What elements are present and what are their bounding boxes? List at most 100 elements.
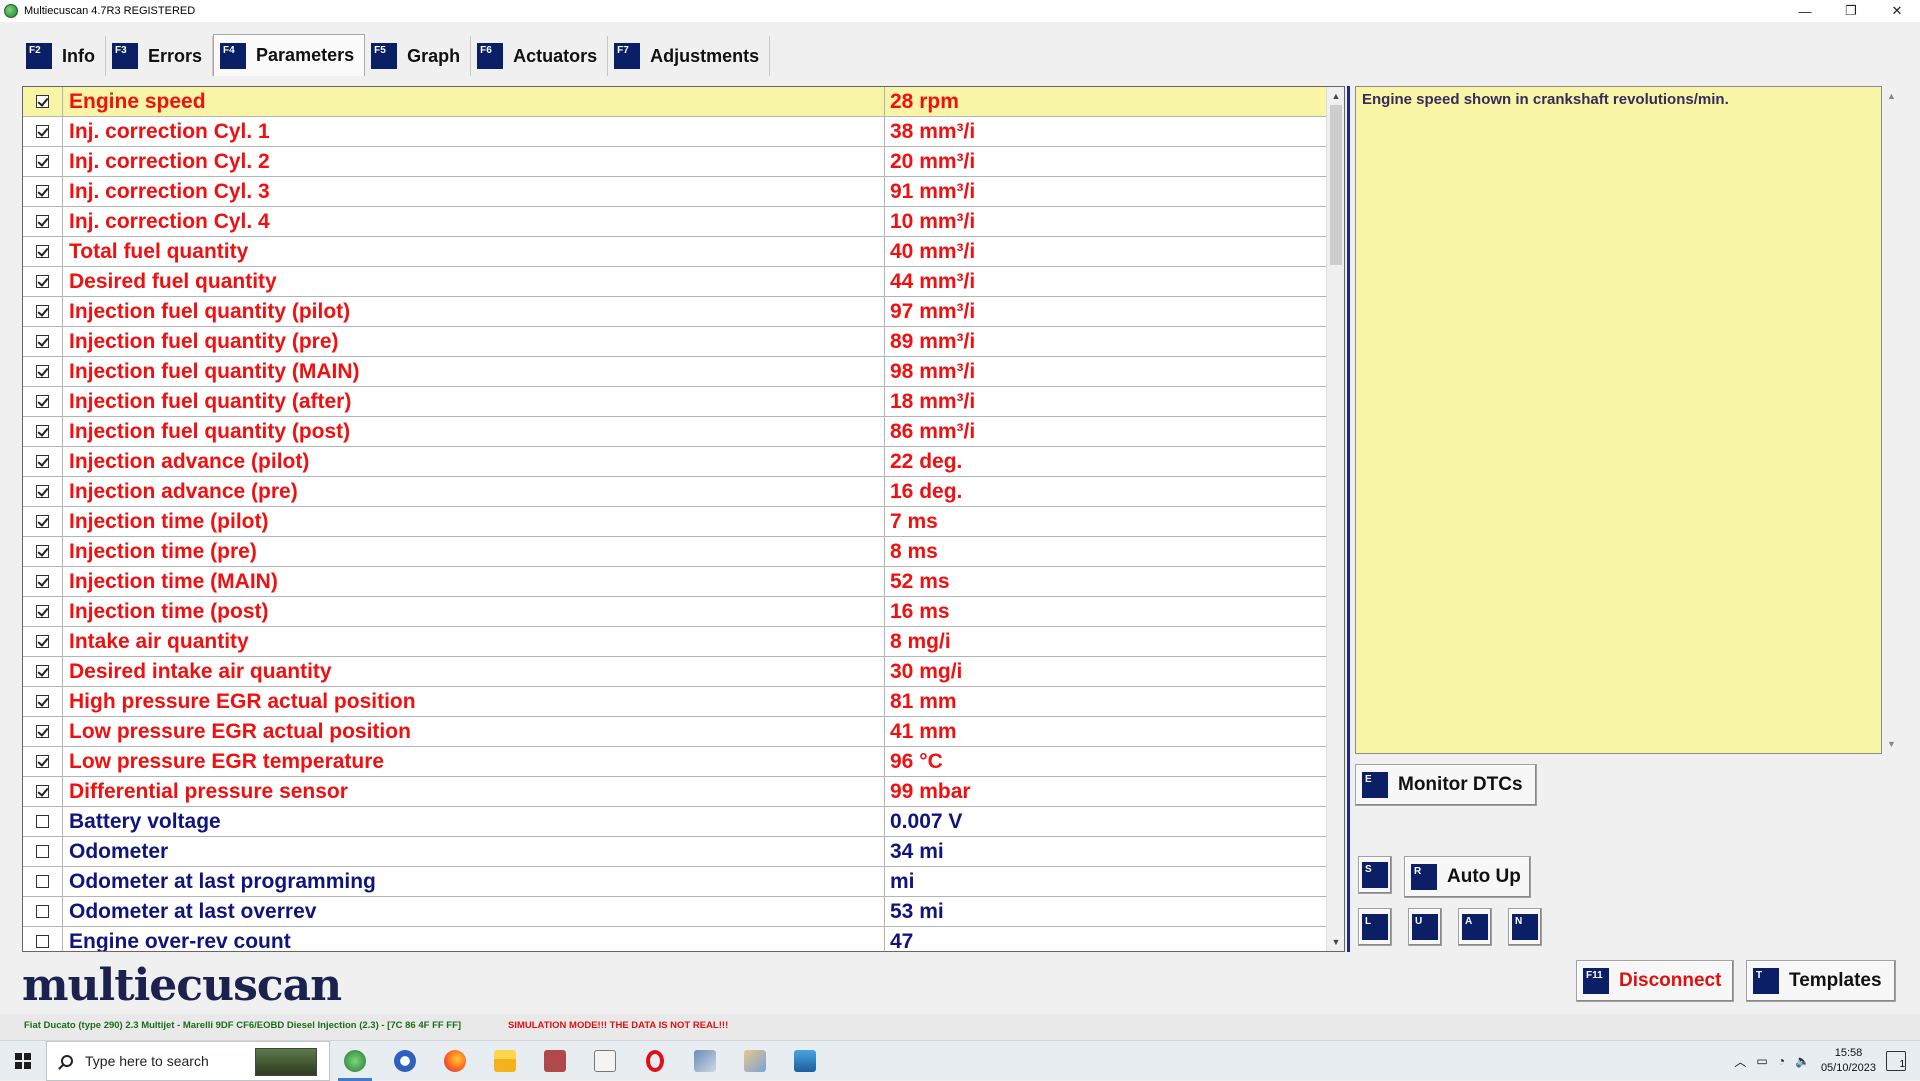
notification-icon[interactable]: 1 [1886, 1051, 1906, 1071]
table-row[interactable]: High pressure EGR actual position 81 mm [23, 687, 1326, 717]
parameter-checkbox[interactable] [36, 125, 49, 138]
parameter-checkbox[interactable] [36, 545, 49, 558]
table-row[interactable]: Battery voltage 0.007 V [23, 807, 1326, 837]
app-taskbar-icon[interactable] [530, 1041, 580, 1081]
a-button[interactable]: A [1458, 908, 1492, 946]
scroll-down-arrow-icon[interactable]: ▼ [1883, 736, 1900, 752]
parameter-checkbox[interactable] [36, 395, 49, 408]
parameter-checkbox[interactable] [36, 215, 49, 228]
file-explorer-icon[interactable] [480, 1041, 530, 1081]
parameter-checkbox[interactable] [36, 455, 49, 468]
parameter-checkbox[interactable] [36, 275, 49, 288]
scroll-thumb[interactable] [1330, 105, 1342, 265]
parameter-checkbox[interactable] [36, 425, 49, 438]
table-row[interactable]: Injection fuel quantity (after) 18 mm³/i [23, 387, 1326, 417]
table-scrollbar[interactable]: ▲ ▼ [1326, 87, 1344, 951]
opera-taskbar-icon[interactable] [630, 1041, 680, 1081]
table-row[interactable]: Odometer at last programming mi [23, 867, 1326, 897]
table-row[interactable]: Injection fuel quantity (post) 86 mm³/i [23, 417, 1326, 447]
l-button[interactable]: L [1358, 908, 1392, 946]
parameter-checkbox[interactable] [36, 935, 49, 948]
restore-button[interactable]: ❐ [1828, 0, 1874, 22]
n-button[interactable]: N [1508, 908, 1542, 946]
tab-errors[interactable]: F3 Errors [106, 36, 214, 76]
clock[interactable]: 15:58 05/10/2023 [1821, 1046, 1876, 1076]
table-row[interactable]: Injection fuel quantity (pre) 89 mm³/i [23, 327, 1326, 357]
tab-graph[interactable]: F5 Graph [365, 36, 472, 76]
parameter-checkbox[interactable] [36, 155, 49, 168]
battery-icon[interactable]: ▭ [1756, 1054, 1767, 1068]
table-row[interactable]: Engine over-rev count 47 [23, 927, 1326, 951]
volume-icon[interactable]: 🔈 [1795, 1054, 1810, 1068]
scroll-down-arrow-icon[interactable]: ▼ [1327, 933, 1344, 951]
parameter-checkbox[interactable] [36, 305, 49, 318]
table-row[interactable]: Desired fuel quantity 44 mm³/i [23, 267, 1326, 297]
parameter-checkbox[interactable] [36, 335, 49, 348]
table-row[interactable]: Injection fuel quantity (pilot) 97 mm³/i [23, 297, 1326, 327]
parameter-checkbox[interactable] [36, 785, 49, 798]
table-row[interactable]: Odometer at last overrev 53 mi [23, 897, 1326, 927]
table-row[interactable]: Injection advance (pre) 16 deg. [23, 477, 1326, 507]
document-taskbar-icon[interactable] [580, 1041, 630, 1081]
screen-app-taskbar-icon[interactable] [780, 1041, 830, 1081]
tab-parameters[interactable]: F4 Parameters [213, 34, 366, 76]
tab-info[interactable]: F2 Info [20, 36, 106, 76]
table-row[interactable]: Injection time (post) 16 ms [23, 597, 1326, 627]
parameter-checkbox[interactable] [36, 605, 49, 618]
parameter-checkbox[interactable] [36, 365, 49, 378]
close-button[interactable]: ✕ [1874, 0, 1920, 22]
table-row[interactable]: Inj. correction Cyl. 3 91 mm³/i [23, 177, 1326, 207]
table-row[interactable]: Inj. correction Cyl. 4 10 mm³/i [23, 207, 1326, 237]
u-button[interactable]: U [1408, 908, 1442, 946]
parameter-checkbox[interactable] [36, 245, 49, 258]
parameter-checkbox[interactable] [36, 635, 49, 648]
tab-actuators[interactable]: F6 Actuators [471, 36, 609, 76]
parameter-checkbox[interactable] [36, 755, 49, 768]
multiecuscan-taskbar-icon[interactable] [330, 1041, 380, 1081]
parameter-checkbox[interactable] [36, 905, 49, 918]
chrome-like-taskbar-icon[interactable] [380, 1041, 430, 1081]
table-row[interactable]: Injection advance (pilot) 22 deg. [23, 447, 1326, 477]
scroll-up-arrow-icon[interactable]: ▲ [1327, 87, 1344, 105]
table-row[interactable]: Injection fuel quantity (MAIN) 98 mm³/i [23, 357, 1326, 387]
parameter-checkbox[interactable] [36, 515, 49, 528]
parameter-checkbox[interactable] [36, 725, 49, 738]
table-row[interactable]: Intake air quantity 8 mg/i [23, 627, 1326, 657]
table-row[interactable]: Low pressure EGR temperature 96 °C [23, 747, 1326, 777]
table-row[interactable]: Engine speed 28 rpm [23, 87, 1326, 117]
table-row[interactable]: Injection time (pilot) 7 ms [23, 507, 1326, 537]
tab-adjustments[interactable]: F7 Adjustments [608, 36, 771, 76]
parameter-checkbox[interactable] [36, 185, 49, 198]
parameter-checkbox[interactable] [36, 815, 49, 828]
auto-up-button[interactable]: R Auto Up [1404, 856, 1531, 898]
templates-button[interactable]: T Templates [1746, 960, 1896, 1002]
start-button[interactable] [0, 1041, 46, 1081]
parameter-checkbox[interactable] [36, 485, 49, 498]
chevron-up-icon[interactable]: ︿ [1734, 1053, 1746, 1070]
network-icon[interactable]: ◔ [1778, 1054, 1785, 1068]
panel-splitter[interactable] [1347, 86, 1350, 952]
taskbar-search[interactable]: Type here to search [46, 1040, 330, 1081]
parameter-checkbox[interactable] [36, 665, 49, 678]
s-button[interactable]: S [1358, 856, 1392, 894]
table-row[interactable]: Low pressure EGR actual position 41 mm [23, 717, 1326, 747]
parameter-checkbox[interactable] [36, 695, 49, 708]
minimize-button[interactable]: — [1782, 0, 1828, 22]
table-row[interactable]: Injection time (MAIN) 52 ms [23, 567, 1326, 597]
description-scrollbar[interactable]: ▲ ▼ [1883, 86, 1900, 754]
parameter-checkbox[interactable] [36, 575, 49, 588]
firefox-taskbar-icon[interactable] [430, 1041, 480, 1081]
table-row[interactable]: Inj. correction Cyl. 1 38 mm³/i [23, 117, 1326, 147]
table-row[interactable]: Total fuel quantity 40 mm³/i [23, 237, 1326, 267]
parameter-checkbox[interactable] [36, 845, 49, 858]
monitor-dtcs-button[interactable]: E Monitor DTCs [1355, 764, 1537, 806]
parameter-checkbox[interactable] [36, 875, 49, 888]
disconnect-button[interactable]: F11 Disconnect [1576, 960, 1734, 1002]
table-row[interactable]: Differential pressure sensor 99 mbar [23, 777, 1326, 807]
paint-taskbar-icon[interactable] [730, 1041, 780, 1081]
network-app-taskbar-icon[interactable] [680, 1041, 730, 1081]
table-row[interactable]: Odometer 34 mi [23, 837, 1326, 867]
table-row[interactable]: Injection time (pre) 8 ms [23, 537, 1326, 567]
table-row[interactable]: Desired intake air quantity 30 mg/i [23, 657, 1326, 687]
scroll-up-arrow-icon[interactable]: ▲ [1883, 88, 1900, 104]
